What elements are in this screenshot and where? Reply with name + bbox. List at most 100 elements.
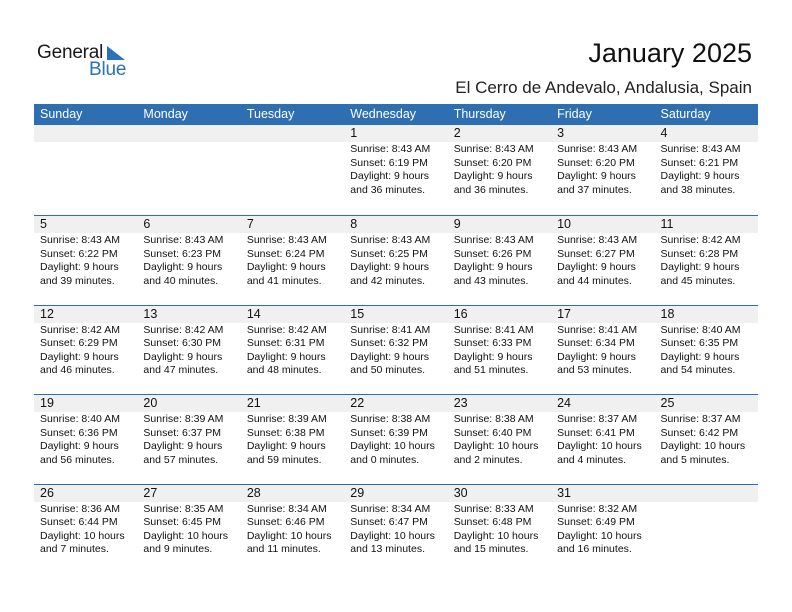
day-cell: 14 Sunrise: 8:42 AM Sunset: 6:31 PM Dayligh… [240, 305, 345, 395]
weekday-friday: Friday [557, 107, 592, 121]
day-number: 17 [551, 305, 655, 323]
daylight-minutes: and 42 minutes. [350, 274, 425, 287]
day-cell: 6 Sunrise: 8:43 AM Sunset: 6:23 PM Daylight… [137, 216, 241, 305]
sunrise-time: Sunrise: 8:42 AM [246, 323, 327, 336]
sunrise-time: Sunrise: 8:40 AM [40, 413, 120, 425]
daylight-minutes: and 50 minutes. [350, 364, 425, 377]
day-cell: 16 Sunrise: 8:41 AM Sunset: 6:33 PM Dayligh… [447, 305, 552, 395]
sunset-time: Sunset: 6:42 PM [660, 426, 739, 439]
sunset-time: Sunset: 6:49 PM [557, 516, 635, 529]
calendar-location: El Cerro de Andevalo, Andalusia, Spain [455, 78, 752, 97]
daylight-hours: Daylight: 9 hours [453, 261, 533, 274]
sunrise-time: Sunrise: 8:34 AM [350, 502, 431, 515]
day-cell: 7 Sunrise: 8:43 AM Sunset: 6:24 PM Daylight… [240, 216, 345, 305]
sun-info: Sunrise: 8:43 AM Sunset: 6:26 PM Daylight:… [448, 234, 551, 288]
day-cell: 1 Sunrise: 8:43 AM Sunset: 6:19 PM Daylight… [344, 125, 448, 215]
daylight-minutes: and 0 minutes. [350, 453, 420, 466]
sunrise-time: Sunrise: 8:34 AM [246, 502, 327, 515]
day-number: 9 [447, 216, 552, 233]
daylight-minutes: and 53 minutes. [557, 364, 632, 377]
calendar-week-row: 19 Sunrise: 8:40 AM Sunset: 6:36 PM Dayligh… [34, 394, 758, 484]
day-cell: 12 Sunrise: 8:42 AM Sunset: 6:29 PM Dayligh… [34, 305, 138, 395]
daylight-minutes: and 2 minutes. [453, 453, 523, 466]
sunrise-time: Sunrise: 8:43 AM [660, 143, 741, 155]
sunset-time: Sunset: 6:39 PM [350, 426, 428, 439]
day-number: 30 [447, 484, 552, 502]
day-cell: 18 Sunrise: 8:40 AM Sunset: 6:35 PM Dayligh… [654, 305, 758, 395]
daylight-hours: Daylight: 10 hours [40, 529, 125, 542]
sunrise-time: Sunrise: 8:43 AM [557, 234, 638, 246]
daylight-minutes: and 56 minutes. [40, 453, 115, 466]
sunrise-time: Sunrise: 8:42 AM [143, 323, 224, 336]
sunset-time: Sunset: 6:34 PM [557, 337, 635, 350]
sunrise-time: Sunrise: 8:43 AM [453, 234, 534, 246]
sun-info: Sunrise: 8:40 AM Sunset: 6:36 PM Daylight:… [34, 413, 137, 467]
day-number: 12 [34, 305, 138, 323]
sunset-time: Sunset: 6:48 PM [453, 516, 532, 529]
weekday-header-row: Sunday Monday Tuesday Wednesday Thursday… [34, 104, 758, 125]
sunrise-time: Sunrise: 8:42 AM [40, 323, 120, 336]
day-cell: 23 Sunrise: 8:38 AM Sunset: 6:40 PM Dayligh… [447, 395, 552, 484]
day-cell: 21 Sunrise: 8:39 AM Sunset: 6:38 PM Dayligh… [240, 395, 345, 484]
sun-info: Sunrise: 8:42 AM Sunset: 6:31 PM Daylight:… [241, 324, 344, 378]
daylight-hours: Daylight: 9 hours [246, 350, 326, 363]
sunset-time: Sunset: 6:40 PM [453, 426, 532, 439]
daylight-minutes: and 11 minutes. [246, 543, 321, 556]
sun-info: Sunrise: 8:34 AM Sunset: 6:47 PM Daylight:… [344, 503, 447, 557]
day-cell: 3 Sunrise: 8:43 AM Sunset: 6:20 PM Daylight… [551, 125, 655, 215]
sunset-time: Sunset: 6:22 PM [40, 247, 118, 260]
sunrise-time: Sunrise: 8:35 AM [143, 502, 224, 515]
daylight-minutes: and 57 minutes. [143, 453, 219, 466]
sun-info: Sunrise: 8:39 AM Sunset: 6:37 PM Daylight:… [137, 413, 240, 467]
daylight-minutes: and 16 minutes. [557, 543, 632, 556]
weekday-tuesday: Tuesday [246, 107, 295, 121]
daylight-hours: Daylight: 10 hours [350, 529, 435, 542]
sun-info: Sunrise: 8:37 AM Sunset: 6:42 PM Daylight:… [655, 413, 758, 467]
sunset-time: Sunset: 6:31 PM [246, 337, 325, 350]
sunrise-time: Sunrise: 8:33 AM [453, 502, 534, 515]
calendar-week-row: 5 Sunrise: 8:43 AM Sunset: 6:22 PM Daylight… [34, 215, 758, 305]
daylight-hours: Daylight: 9 hours [453, 170, 533, 183]
generalblue-logo: General Blue [37, 42, 137, 82]
sun-info: Sunrise: 8:42 AM Sunset: 6:29 PM Daylight:… [34, 324, 137, 378]
day-cell: 19 Sunrise: 8:40 AM Sunset: 6:36 PM Dayligh… [34, 395, 138, 484]
sun-info: Sunrise: 8:36 AM Sunset: 6:44 PM Daylight:… [34, 503, 137, 557]
daylight-minutes: and 4 minutes. [557, 453, 626, 466]
day-number: 29 [344, 484, 448, 502]
day-number: 24 [551, 395, 655, 412]
daylight-hours: Daylight: 9 hours [40, 261, 119, 274]
calendar-week-row: 1 Sunrise: 8:43 AM Sunset: 6:19 PM Daylight… [34, 125, 758, 215]
sunrise-time: Sunrise: 8:40 AM [660, 323, 741, 336]
daylight-hours: Daylight: 10 hours [453, 440, 539, 453]
day-cell: 15 Sunrise: 8:41 AM Sunset: 6:32 PM Dayligh… [344, 305, 448, 395]
sunset-time: Sunset: 6:30 PM [143, 337, 222, 350]
sun-info: Sunrise: 8:35 AM Sunset: 6:45 PM Daylight:… [137, 503, 240, 557]
day-cell: 20 Sunrise: 8:39 AM Sunset: 6:37 PM Dayligh… [137, 395, 241, 484]
daylight-hours: Daylight: 9 hours [143, 440, 223, 453]
sun-info: Sunrise: 8:43 AM Sunset: 6:24 PM Daylight:… [241, 234, 344, 288]
daylight-minutes: and 15 minutes. [453, 543, 529, 556]
sun-info: Sunrise: 8:34 AM Sunset: 6:46 PM Daylight:… [241, 503, 344, 557]
sun-info: Sunrise: 8:43 AM Sunset: 6:25 PM Daylight:… [344, 234, 447, 288]
calendar-grid: Sunday Monday Tuesday Wednesday Thursday… [34, 104, 758, 573]
sunset-time: Sunset: 6:47 PM [350, 516, 428, 529]
day-number: 13 [137, 305, 241, 323]
sunset-time: Sunset: 6:36 PM [40, 426, 118, 439]
sunrise-time: Sunrise: 8:43 AM [143, 234, 224, 246]
sun-info: Sunrise: 8:42 AM Sunset: 6:30 PM Daylight:… [137, 324, 240, 378]
daylight-hours: Daylight: 9 hours [350, 170, 430, 183]
sun-info: Sunrise: 8:41 AM Sunset: 6:34 PM Daylight:… [551, 324, 654, 378]
weekday-monday: Monday [143, 107, 188, 121]
day-number: 10 [551, 216, 655, 233]
daylight-hours: Daylight: 10 hours [143, 529, 229, 542]
daylight-hours: Daylight: 10 hours [246, 529, 332, 542]
weeks-container: 1 Sunrise: 8:43 AM Sunset: 6:19 PM Daylight… [34, 125, 758, 573]
day-number: 14 [240, 305, 345, 323]
daylight-minutes: and 47 minutes. [143, 364, 219, 377]
sunset-time: Sunset: 6:41 PM [557, 426, 635, 439]
sun-info: Sunrise: 8:42 AM Sunset: 6:28 PM Daylight:… [655, 234, 758, 288]
sunset-time: Sunset: 6:19 PM [350, 156, 428, 169]
daylight-minutes: and 37 minutes. [557, 183, 632, 196]
day-number: 8 [344, 216, 448, 233]
day-cell: 4 Sunrise: 8:43 AM Sunset: 6:21 PM Daylight… [654, 125, 758, 215]
